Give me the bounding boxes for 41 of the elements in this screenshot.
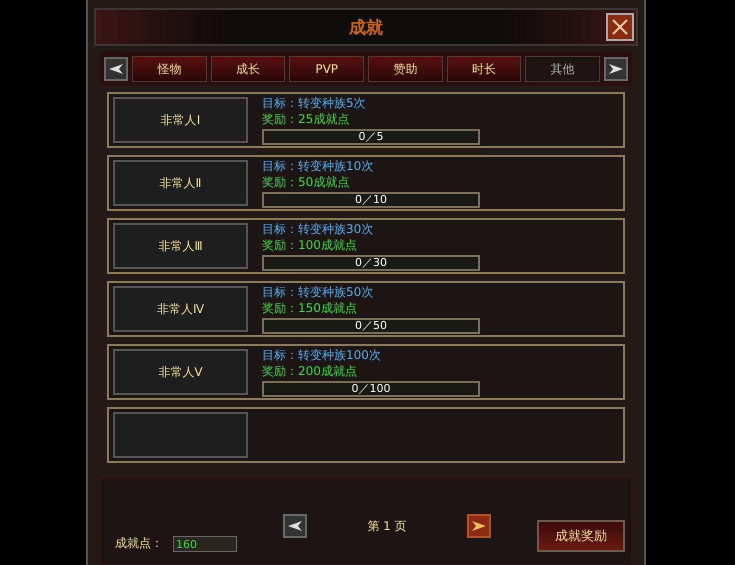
- tab[interactable]: 时长: [446, 56, 522, 82]
- achievement-reward-button[interactable]: 成就奖励: [537, 520, 625, 552]
- page-indicator: 第 1 页: [367, 518, 407, 534]
- goal-text: 目标：转变种族10次: [262, 158, 374, 174]
- progress-text: 0／50: [355, 320, 387, 332]
- reward-text: 奖励：25成就点: [262, 112, 350, 127]
- scroll-right-button[interactable]: [604, 57, 628, 82]
- goal-text: 目标：转变种族50次: [262, 284, 374, 300]
- scroll-left-button[interactable]: [104, 57, 128, 82]
- tab[interactable]: 赞助: [368, 56, 443, 82]
- previous-page-button[interactable]: [283, 514, 308, 538]
- tab[interactable]: 其他: [525, 56, 600, 82]
- progress-text: 0／30: [355, 256, 387, 269]
- achievement-button[interactable]: 非常人Ⅰ: [113, 97, 248, 144]
- goal-text: 目标：转变种族5次: [262, 96, 367, 111]
- right-arrow-icon: [609, 64, 624, 74]
- next-page-button[interactable]: [466, 514, 491, 538]
- right-arrow-icon: [472, 521, 486, 531]
- progress-text: 0／5: [358, 130, 384, 143]
- left-arrow-icon: [288, 521, 302, 531]
- achievement-button[interactable]: 非常人Ⅱ: [113, 160, 248, 206]
- progress-text: 0／10: [355, 194, 387, 206]
- reward-text: 奖励：100成就点: [262, 238, 358, 253]
- window-title: 成就: [349, 16, 383, 39]
- progress-text: 0／100: [352, 382, 390, 395]
- tab[interactable]: 怪物: [132, 56, 207, 82]
- reward-text: 奖励：150成就点: [262, 300, 358, 316]
- reward-text: 奖励：200成就点: [262, 364, 358, 379]
- tab[interactable]: 成长: [210, 56, 286, 82]
- achievement-button[interactable]: 非常人Ⅳ: [113, 286, 248, 332]
- goal-text: 目标：转变种族30次: [262, 222, 374, 237]
- reward-text: 奖励：50成就点: [262, 174, 350, 190]
- close-button[interactable]: [606, 13, 634, 41]
- left-arrow-icon: [109, 64, 123, 74]
- close-icon: [611, 18, 629, 36]
- tab[interactable]: PVP: [289, 56, 364, 82]
- goal-text: 目标：转变种族100次: [262, 348, 382, 363]
- points-field[interactable]: 160: [173, 536, 237, 552]
- achievement-button[interactable]: 非常人Ⅲ: [113, 223, 248, 270]
- points-label: 成就点：: [115, 535, 163, 552]
- achievement-button[interactable]: 非常人Ⅴ: [113, 349, 248, 396]
